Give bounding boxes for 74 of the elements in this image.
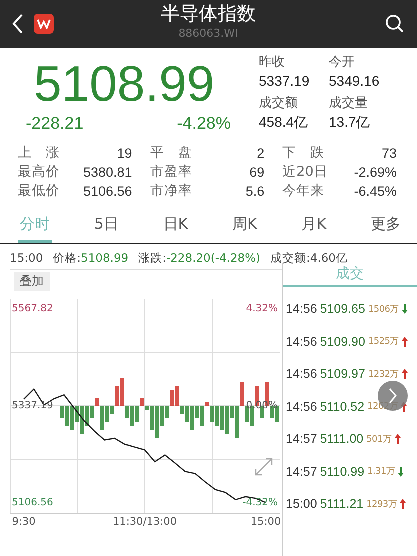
stat-value: 5380.81 [84, 164, 132, 182]
stat-label: 平 盘 [150, 144, 192, 163]
stat-value: 458.4亿 [259, 113, 310, 131]
trade-price: 5111.00 [320, 432, 364, 446]
trade-time: 14:57 [286, 464, 318, 479]
trade-price: 5111.21 [320, 497, 364, 512]
trade-time: 14:56 [286, 367, 318, 382]
stat-label: 成交额 [259, 95, 299, 113]
trade-time: 14:56 [286, 334, 318, 349]
trade-time: 14:56 [286, 400, 318, 414]
trade-volume: 501万 [366, 434, 392, 446]
price-value: 5108.99 [81, 251, 129, 265]
stat-label: 最低价 [18, 182, 60, 201]
index-code: 886063.WI [178, 26, 238, 42]
change-value: -228.20(-4.28%) [166, 251, 261, 265]
trade-price: 5110.99 [320, 464, 365, 479]
trade-price: 5109.65 [320, 302, 366, 316]
stat-label: 昨收 [259, 54, 286, 72]
chart-tab[interactable]: 更多 [368, 215, 403, 243]
price-change: -228.21 [26, 114, 84, 134]
stat-label: 成交量 [329, 95, 369, 113]
axis-label: 5567.82 [12, 304, 54, 314]
stat-value: 5349.16 [329, 72, 381, 90]
trade-time: 14:56 [286, 302, 318, 316]
axis-label: 9:30 [12, 516, 36, 528]
trade-price: 5109.90 [320, 334, 366, 349]
stat-label: 今开 [329, 54, 356, 72]
percent-change: -4.28% [177, 114, 231, 134]
stat-value: -2.69% [354, 164, 397, 182]
window-title: 半导体指数 [161, 2, 256, 26]
back-icon[interactable] [12, 13, 24, 35]
axis-label: 5337.19 [12, 400, 54, 412]
app-logo-icon [34, 14, 54, 34]
axis-label: 5106.56 [12, 498, 54, 508]
stat-label: 上 涨 [18, 144, 60, 163]
stat-value: 2 [257, 145, 265, 163]
stat-label: 今年来 [282, 182, 325, 201]
stat-value: 73 [382, 145, 397, 163]
chart-tab[interactable]: 日K [161, 215, 190, 243]
trade-time: 14:57 [286, 432, 318, 446]
trade-volume: 1506万 [368, 304, 399, 316]
stat-label: 近20日 [282, 163, 328, 182]
stat-value: 5106.56 [84, 183, 132, 201]
axis-label: 4.32% [246, 304, 278, 314]
trade-volume: 1525万 [368, 336, 399, 348]
trade-volume: 1293万 [366, 498, 398, 511]
stat-label: 市净率 [150, 182, 192, 201]
price-label: 价格: [53, 251, 82, 265]
info-time: 15:00 [10, 251, 44, 266]
chart-tab[interactable]: 5日 [92, 215, 121, 243]
trade-time: 15:00 [286, 497, 318, 512]
stat-value: 5.6 [246, 183, 265, 201]
axis-label: 15:00 [250, 516, 280, 528]
change-label: 涨跌: [138, 251, 166, 265]
stat-value: 5337.19 [259, 72, 311, 90]
current-price: 5108.99 [33, 55, 216, 114]
amount-text: 成交额:4.60亿 [270, 251, 348, 266]
trade-volume: 1232万 [368, 368, 399, 381]
search-icon[interactable] [385, 14, 405, 34]
axis-label: 11:30/13:00 [112, 516, 178, 528]
trade-price: 5109.97 [320, 367, 366, 382]
axis-label: -4.32% [242, 498, 278, 508]
stat-value: 13.7亿 [329, 113, 372, 131]
trade-price: 5110.52 [320, 400, 365, 414]
chart-tab[interactable]: 周K [230, 215, 260, 243]
stat-value: 19 [117, 145, 132, 163]
stat-label: 最高价 [18, 163, 60, 182]
stat-label: 市盈率 [150, 163, 192, 182]
trade-volume: 1.31万 [368, 466, 396, 478]
stat-label: 下 跌 [282, 144, 325, 163]
chart-tab[interactable]: 月K [300, 215, 329, 243]
overlay-button[interactable]: 叠加 [14, 272, 50, 291]
stat-value: -6.45% [354, 183, 397, 201]
stat-value: 69 [250, 164, 265, 182]
